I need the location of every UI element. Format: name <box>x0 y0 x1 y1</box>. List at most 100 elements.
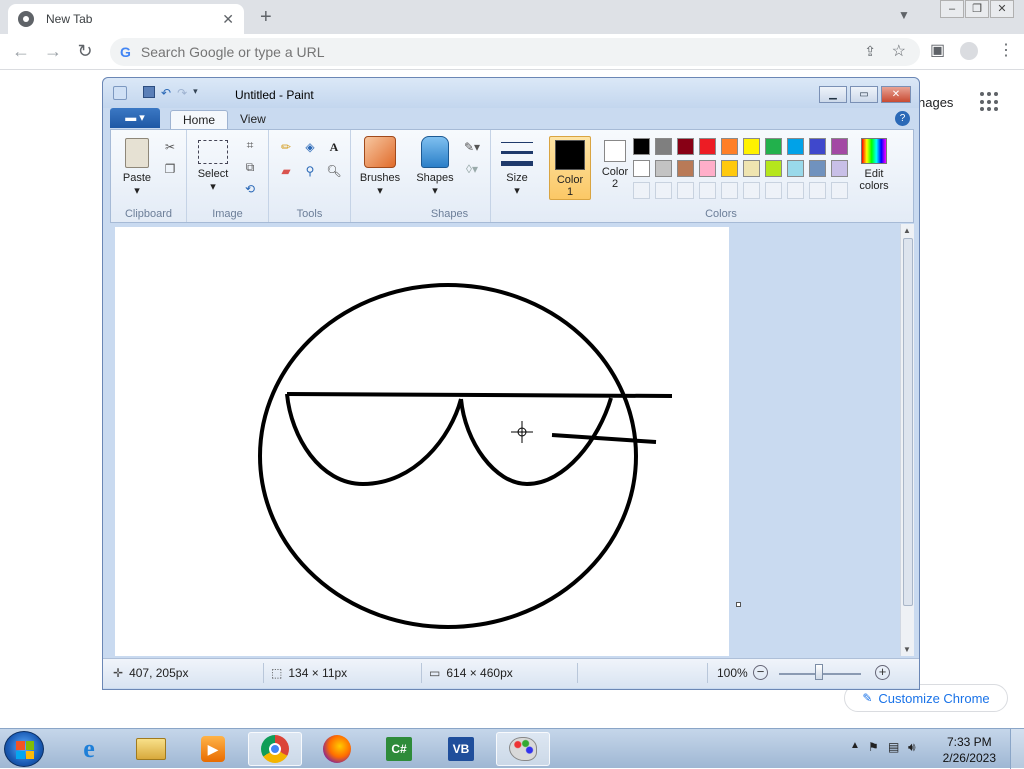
start-button[interactable] <box>4 731 44 767</box>
size-button[interactable]: Size ▾ <box>497 140 537 197</box>
omnibox-input[interactable] <box>140 44 741 60</box>
custom-color-slot[interactable] <box>809 182 826 199</box>
close-tab-icon[interactable]: ✕ <box>222 11 234 28</box>
taskbar-chrome[interactable] <box>248 732 302 766</box>
action-center-flag-icon[interactable]: ⚑ <box>868 740 879 754</box>
cut-icon[interactable]: ✂ <box>161 138 179 156</box>
zoom-in-icon[interactable]: + <box>875 665 890 680</box>
copy-icon[interactable]: ❐ <box>161 160 179 178</box>
color-picker-icon[interactable]: ⚲ <box>301 162 319 180</box>
side-panel-icon[interactable]: ▣ <box>930 40 945 60</box>
canvas-resize-handle[interactable] <box>736 602 741 607</box>
custom-color-slot[interactable] <box>655 182 672 199</box>
palette-swatch[interactable] <box>721 138 738 155</box>
custom-color-slot[interactable] <box>831 182 848 199</box>
crop-icon[interactable]: ⌗ <box>241 136 259 154</box>
taskbar-internet-explorer[interactable]: e <box>62 732 116 766</box>
back-icon[interactable]: ← <box>10 41 32 62</box>
clock[interactable]: 7:33 PM 2/26/2023 <box>943 734 996 766</box>
pencil-tool-icon[interactable]: ✏ <box>277 138 295 156</box>
outline-icon[interactable]: ✎▾ <box>463 138 481 156</box>
edit-colors-button[interactable]: Edit colors <box>853 138 895 192</box>
network-icon[interactable]: ▤ <box>888 740 899 754</box>
magnifier-icon[interactable]: 🔍︎ <box>325 162 343 180</box>
tab-new-tab[interactable]: New Tab ✕ <box>8 4 244 34</box>
custom-color-slot[interactable] <box>721 182 738 199</box>
zoom-slider-knob[interactable] <box>815 664 823 680</box>
new-tab-button[interactable]: + <box>260 6 272 29</box>
profile-avatar-icon[interactable] <box>960 42 978 60</box>
color2-button[interactable]: Color 2 <box>595 140 635 190</box>
zoom-out-icon[interactable]: − <box>753 665 768 680</box>
images-link[interactable]: nages <box>918 95 953 110</box>
text-tool-icon[interactable]: A <box>325 138 343 156</box>
palette-swatch[interactable] <box>633 138 650 155</box>
taskbar-paint[interactable] <box>496 732 550 766</box>
palette-swatch[interactable] <box>787 138 804 155</box>
palette-swatch[interactable] <box>765 160 782 177</box>
palette-swatch[interactable] <box>743 160 760 177</box>
shape-fill-icon[interactable]: ◊▾ <box>463 160 481 178</box>
tab-view[interactable]: View <box>228 110 278 130</box>
custom-color-slot[interactable] <box>743 182 760 199</box>
custom-color-slot[interactable] <box>765 182 782 199</box>
custom-color-slot[interactable] <box>699 182 716 199</box>
paint-app-icon[interactable] <box>113 86 127 100</box>
tab-home[interactable]: Home <box>170 110 229 130</box>
scroll-thumb[interactable] <box>903 238 913 606</box>
redo-icon[interactable]: ↷ <box>177 86 187 100</box>
taskbar-firefox[interactable] <box>310 732 364 766</box>
eraser-tool-icon[interactable]: ▰ <box>277 162 295 180</box>
custom-color-slot[interactable] <box>787 182 804 199</box>
scroll-up-icon[interactable]: ▲ <box>903 226 911 235</box>
custom-color-slot[interactable] <box>677 182 694 199</box>
volume-icon[interactable]: 🔊︎ <box>908 740 916 755</box>
palette-swatch[interactable] <box>809 160 826 177</box>
paint-minimize-button[interactable]: ▁ <box>819 86 847 103</box>
fill-tool-icon[interactable]: ◈ <box>301 138 319 156</box>
reload-icon[interactable]: ↻ <box>74 41 96 62</box>
minimize-button[interactable]: – <box>940 0 964 18</box>
custom-color-slot[interactable] <box>633 182 650 199</box>
paint-maximize-button[interactable]: ▭ <box>850 86 878 103</box>
palette-swatch[interactable] <box>809 138 826 155</box>
scroll-down-icon[interactable]: ▼ <box>903 645 911 654</box>
palette-swatch[interactable] <box>831 160 848 177</box>
palette-swatch[interactable] <box>743 138 760 155</box>
customize-qat-icon[interactable]: ▾ <box>193 86 198 100</box>
drawing-canvas[interactable] <box>115 227 729 656</box>
help-icon[interactable]: ? <box>895 111 910 126</box>
palette-swatch[interactable] <box>721 160 738 177</box>
color1-button[interactable]: Color 1 <box>549 136 591 200</box>
select-button[interactable]: Select ▾ <box>193 140 233 193</box>
vertical-scrollbar[interactable]: ▲ ▼ <box>900 224 914 656</box>
taskbar-file-explorer[interactable] <box>124 732 178 766</box>
forward-icon[interactable]: → <box>42 41 64 62</box>
taskbar-csharp-ide[interactable]: C# <box>372 732 426 766</box>
palette-swatch[interactable] <box>831 138 848 155</box>
menu-kebab-icon[interactable]: ⋮ <box>998 40 1014 60</box>
omnibox[interactable]: G ⇪ ☆ <box>110 38 920 66</box>
paint-menu-button[interactable]: ▬ ▾ <box>110 108 160 128</box>
palette-swatch[interactable] <box>655 138 672 155</box>
paste-button[interactable]: Paste ▾ <box>117 138 157 197</box>
palette-swatch[interactable] <box>765 138 782 155</box>
undo-icon[interactable]: ↶ <box>161 86 171 100</box>
restore-button[interactable]: ❐ <box>965 0 989 18</box>
palette-swatch[interactable] <box>677 138 694 155</box>
apps-grid-icon[interactable] <box>980 92 1000 112</box>
palette-swatch[interactable] <box>655 160 672 177</box>
paint-close-button[interactable]: ✕ <box>881 86 911 103</box>
share-icon[interactable]: ⇪ <box>864 43 876 60</box>
resize-icon[interactable]: ⧉ <box>241 158 259 176</box>
palette-swatch[interactable] <box>633 160 650 177</box>
brushes-button[interactable]: Brushes ▾ <box>355 136 405 197</box>
palette-swatch[interactable] <box>677 160 694 177</box>
palette-swatch[interactable] <box>699 160 716 177</box>
taskbar-media-player[interactable]: ▶ <box>186 732 240 766</box>
palette-swatch[interactable] <box>699 138 716 155</box>
close-button[interactable]: ✕ <box>990 0 1014 18</box>
show-desktop-button[interactable] <box>1010 729 1024 769</box>
show-hidden-icons[interactable]: ▲ <box>850 740 860 751</box>
rotate-icon[interactable]: ⟲ <box>241 180 259 198</box>
